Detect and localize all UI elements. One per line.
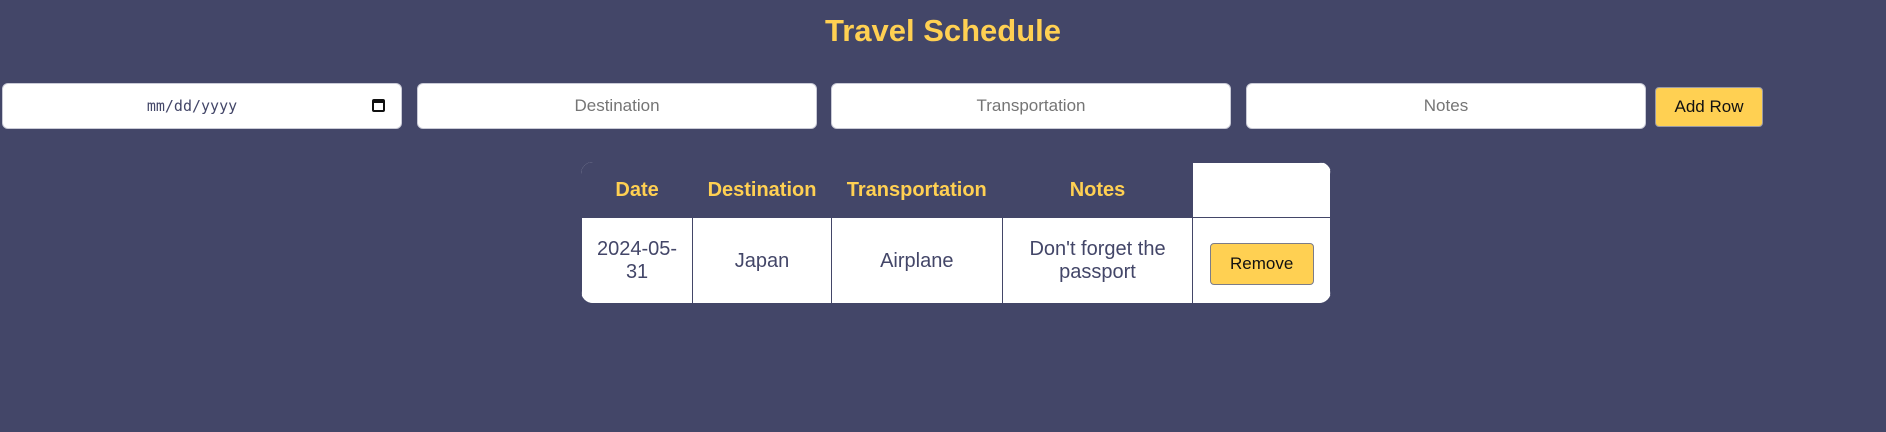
transportation-input[interactable]: Transportation	[831, 83, 1231, 129]
cell-date: 2024-05-31	[581, 217, 694, 303]
table-row: 2024-05-31 Japan Airplane Don't forget t…	[581, 217, 1331, 303]
destination-placeholder: Destination	[574, 96, 660, 115]
transportation-placeholder: Transportation	[976, 96, 1086, 115]
cell-notes: Don't forget the passport	[1001, 217, 1194, 303]
calendar-icon[interactable]	[372, 99, 385, 112]
notes-placeholder: Notes	[1423, 96, 1469, 115]
column-header-notes: Notes	[1001, 162, 1194, 218]
table-header-row: Date Destination Transportation Notes	[581, 162, 1331, 218]
notes-input[interactable]: Notes	[1246, 83, 1646, 129]
remove-row-button[interactable]: Remove	[1209, 243, 1314, 285]
date-input[interactable]: mm/dd/yyyy	[2, 83, 402, 129]
cell-notes-text: Don't forget the passport	[1029, 238, 1166, 283]
column-header-actions	[1192, 162, 1331, 218]
column-header-date: Date	[581, 162, 694, 218]
page-title: Travel Schedule	[824, 13, 1062, 48]
destination-input[interactable]: Destination	[417, 83, 817, 129]
cell-actions: Remove	[1192, 217, 1331, 303]
column-header-destination: Destination	[692, 162, 832, 218]
schedule-table: Date Destination Transportation Notes 20…	[581, 162, 1331, 303]
cell-destination: Japan	[692, 217, 832, 303]
column-header-transportation: Transportation	[830, 162, 1003, 218]
add-row-button[interactable]: Add Row	[1655, 87, 1763, 127]
cell-transportation: Airplane	[830, 217, 1003, 303]
date-input-format: mm/dd/yyyy	[146, 97, 238, 115]
cell-date-text: 2024-05-31	[597, 238, 678, 283]
